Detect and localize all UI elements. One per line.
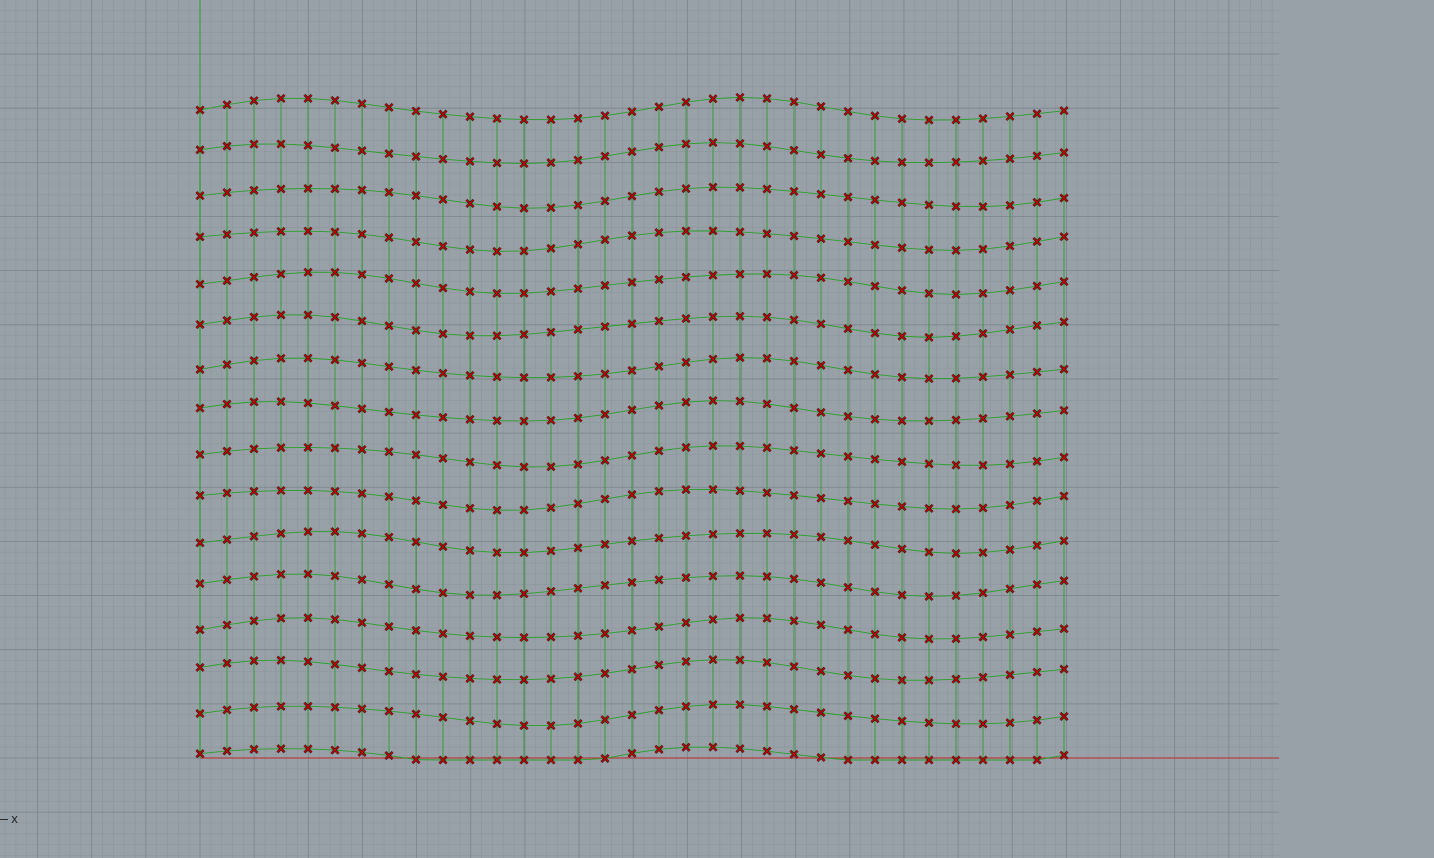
major-grid: [0, 0, 1279, 858]
viewport-canvas[interactable]: [0, 0, 1434, 858]
minor-grid: [0, 0, 1279, 858]
rhino-viewport-top[interactable]: x: [0, 0, 1434, 858]
world-axis-stub: [0, 819, 8, 820]
world-axis-label: x: [11, 812, 19, 826]
